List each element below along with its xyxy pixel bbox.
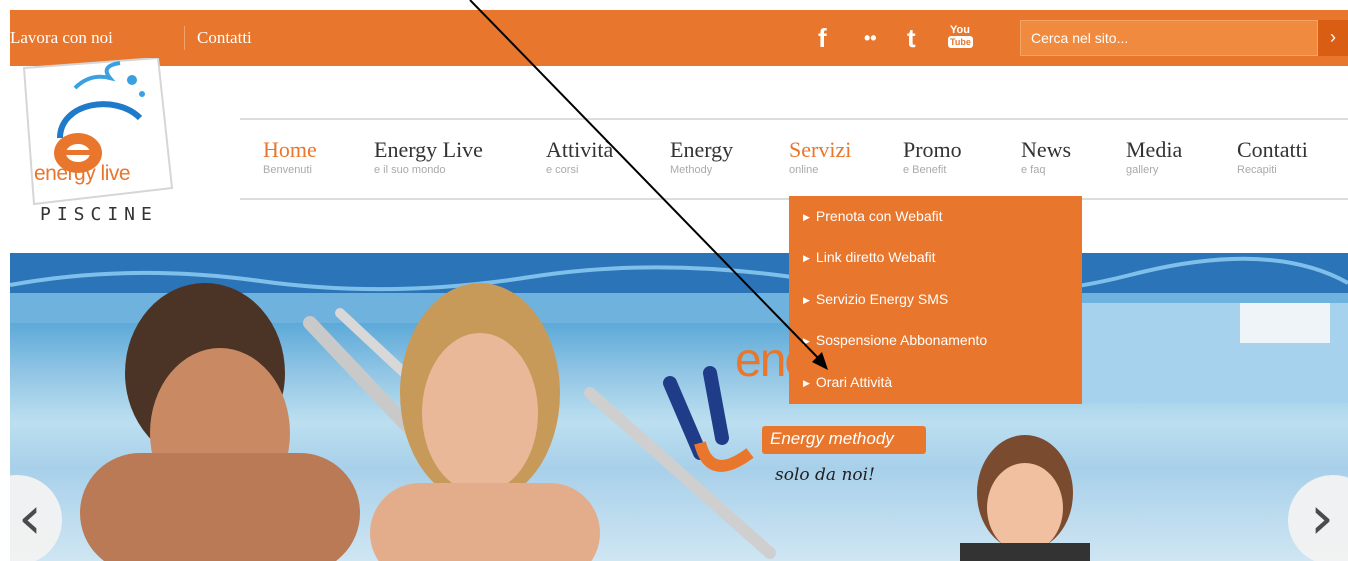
dropdown-item-label: Orari Attività bbox=[815, 374, 893, 390]
hero-image bbox=[10, 253, 1348, 561]
nav-title: Home bbox=[263, 137, 317, 162]
dropdown-item-link-diretto[interactable]: ▶ Link diretto Webafit bbox=[803, 249, 936, 265]
youtube-icon[interactable]: You Tube bbox=[948, 24, 973, 52]
triangle-right-icon: ▶ bbox=[803, 336, 810, 346]
nav-subtitle: online bbox=[789, 164, 819, 176]
triangle-right-icon: ▶ bbox=[803, 212, 810, 222]
search-input[interactable] bbox=[1021, 21, 1321, 55]
top-separator bbox=[184, 26, 185, 50]
nav-title: Energy Live bbox=[374, 137, 483, 162]
top-bar: Lavora con noi Contatti f •• t You Tube … bbox=[10, 10, 1348, 66]
logo-sub-text: PISCINE bbox=[40, 204, 158, 225]
dropdown-item-orari[interactable]: ▶ Orari Attività bbox=[803, 374, 892, 390]
nav-servizi[interactable]: Servizi online bbox=[789, 137, 851, 177]
nav-energy-methody[interactable]: Energy Methody bbox=[670, 137, 733, 177]
search-button[interactable]: › bbox=[1318, 20, 1348, 56]
hero-tagline: solo da noi! bbox=[775, 465, 875, 485]
triangle-right-icon: ▶ bbox=[803, 378, 810, 388]
youtube-bottom-text: Tube bbox=[948, 36, 973, 48]
dropdown-item-label: Link diretto Webafit bbox=[815, 249, 936, 265]
nav-title: Media bbox=[1126, 137, 1183, 162]
nav-attivita[interactable]: Attività e corsi bbox=[546, 137, 613, 177]
nav-subtitle: e corsi bbox=[546, 164, 579, 176]
nav-title: Attività bbox=[546, 137, 614, 162]
nav-subtitle: Benvenuti bbox=[263, 164, 312, 176]
youtube-top-text: You bbox=[950, 24, 970, 36]
nav-subtitle: e Benefit bbox=[903, 164, 947, 176]
nav-title: Energy bbox=[670, 137, 734, 162]
nav-subtitle: gallery bbox=[1126, 164, 1159, 176]
hero-badge-text: Energy methody bbox=[770, 429, 894, 448]
chevron-left-icon: ‹ bbox=[18, 483, 42, 553]
facebook-icon[interactable]: f bbox=[818, 24, 827, 52]
nav-home[interactable]: Home Benvenuti bbox=[263, 137, 317, 177]
nav-news[interactable]: News e faq bbox=[1021, 137, 1071, 177]
dropdown-item-energy-sms[interactable]: ▶ Servizio Energy SMS bbox=[803, 291, 948, 307]
chevron-right-icon: › bbox=[1310, 483, 1334, 553]
nav-subtitle: e il suo mondo bbox=[374, 164, 446, 176]
nav-contatti[interactable]: Contatti Recapiti bbox=[1237, 137, 1308, 177]
nav-promo[interactable]: Promo e Benefit bbox=[903, 137, 962, 177]
nav-title: News bbox=[1021, 137, 1072, 162]
nav-subtitle: Recapiti bbox=[1237, 164, 1277, 176]
nav-media[interactable]: Media gallery bbox=[1126, 137, 1182, 177]
dropdown-item-prenota[interactable]: ▶ Prenota con Webafit bbox=[803, 208, 943, 224]
twitter-icon[interactable]: t bbox=[907, 24, 916, 52]
logo-brand-text: energy live bbox=[34, 162, 131, 185]
servizi-dropdown: ▶ Prenota con Webafit ▶ Link diretto Webaf… bbox=[789, 196, 1082, 404]
link-lavora-con-noi[interactable]: Lavora con noi bbox=[10, 28, 113, 48]
nav-title: Promo bbox=[903, 137, 962, 162]
nav-title: Servizi bbox=[789, 137, 852, 162]
triangle-right-icon: ▶ bbox=[803, 295, 810, 305]
search-box bbox=[1020, 20, 1321, 56]
nav-energy-live[interactable]: Energy Live e il suo mondo bbox=[374, 137, 483, 177]
dropdown-item-label: Servizio Energy SMS bbox=[815, 291, 949, 307]
nav-subtitle: Methody bbox=[670, 164, 713, 176]
dropdown-item-label: Prenota con Webafit bbox=[815, 208, 943, 224]
flickr-icon[interactable]: •• bbox=[864, 24, 877, 52]
nav-subtitle: e faq bbox=[1021, 164, 1046, 176]
dropdown-item-sospensione[interactable]: ▶ Sospensione Abbonamento bbox=[803, 332, 987, 348]
triangle-right-icon: ▶ bbox=[803, 253, 810, 263]
nav-title: Contatti bbox=[1237, 137, 1308, 162]
nav-top-rule bbox=[240, 118, 1348, 120]
link-contatti-top[interactable]: Contatti bbox=[197, 28, 252, 48]
hero-slider: ene Energy methody solo da noi! ‹ › bbox=[10, 253, 1348, 561]
dropdown-item-label: Sospensione Abbonamento bbox=[815, 332, 988, 348]
logo[interactable]: energy live PISCINE bbox=[20, 56, 188, 233]
